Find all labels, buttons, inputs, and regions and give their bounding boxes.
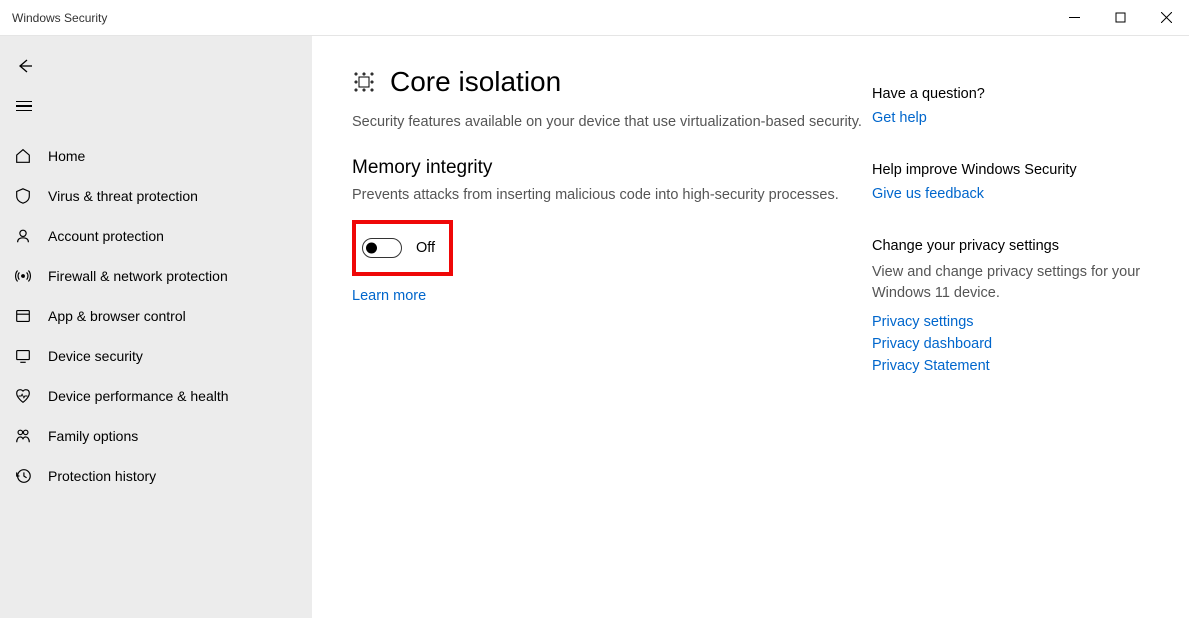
aside-improve: Help improve Windows Security Give us fe…: [872, 162, 1142, 202]
window-controls: [1051, 0, 1189, 36]
toggle-knob: [366, 243, 377, 254]
home-icon: [12, 147, 34, 165]
toggle-state-label: Off: [416, 240, 435, 256]
aside-improve-title: Help improve Windows Security: [872, 162, 1142, 178]
section-title: Memory integrity: [352, 157, 872, 179]
sidebar-item-device-security[interactable]: Device security: [0, 336, 312, 376]
hamburger-menu-button[interactable]: [4, 86, 44, 126]
back-button[interactable]: [4, 46, 44, 86]
sidebar-item-family[interactable]: Family options: [0, 416, 312, 456]
sidebar-item-label: Account protection: [48, 228, 164, 244]
sidebar-item-virus[interactable]: Virus & threat protection: [0, 176, 312, 216]
memory-integrity-toggle[interactable]: [362, 238, 402, 258]
sidebar-item-label: Firewall & network protection: [48, 268, 228, 284]
hamburger-icon: [16, 101, 32, 112]
aside-question-title: Have a question?: [872, 86, 1142, 102]
aside-panel: Have a question? Get help Help improve W…: [872, 66, 1142, 618]
sidebar-item-label: Device performance & health: [48, 388, 229, 404]
sidebar-item-label: Protection history: [48, 468, 156, 484]
sidebar-item-label: App & browser control: [48, 308, 186, 324]
titlebar: Windows Security: [0, 0, 1189, 36]
aside-question: Have a question? Get help: [872, 86, 1142, 126]
sidebar-item-protection-history[interactable]: Protection history: [0, 456, 312, 496]
page-subtitle: Security features available on your devi…: [352, 112, 872, 133]
aside-privacy: Change your privacy settings View and ch…: [872, 238, 1142, 374]
sidebar-item-label: Device security: [48, 348, 143, 364]
person-icon: [12, 227, 34, 245]
page-title: Core isolation: [390, 66, 561, 98]
aside-privacy-title: Change your privacy settings: [872, 238, 1142, 254]
privacy-dashboard-link[interactable]: Privacy dashboard: [872, 336, 1142, 352]
close-button[interactable]: [1143, 0, 1189, 36]
privacy-settings-link[interactable]: Privacy settings: [872, 314, 1142, 330]
app-icon: [12, 307, 34, 325]
sidebar-item-firewall[interactable]: Firewall & network protection: [0, 256, 312, 296]
antenna-icon: [12, 267, 34, 285]
give-feedback-link[interactable]: Give us feedback: [872, 186, 1142, 202]
privacy-statement-link[interactable]: Privacy Statement: [872, 358, 1142, 374]
core-isolation-icon: [352, 70, 376, 94]
shield-icon: [12, 187, 34, 205]
sidebar-item-label: Home: [48, 148, 85, 164]
history-icon: [12, 467, 34, 485]
main-content: Core isolation Security features availab…: [312, 36, 1189, 618]
maximize-button[interactable]: [1097, 0, 1143, 36]
family-icon: [12, 427, 34, 445]
aside-privacy-desc: View and change privacy settings for you…: [872, 262, 1142, 304]
sidebar-item-label: Family options: [48, 428, 138, 444]
sidebar-item-account[interactable]: Account protection: [0, 216, 312, 256]
toggle-highlight-box: Off: [352, 220, 453, 276]
monitor-icon: [12, 347, 34, 365]
sidebar-item-app-browser[interactable]: App & browser control: [0, 296, 312, 336]
minimize-button[interactable]: [1051, 0, 1097, 36]
sidebar: Home Virus & threat protection Account p…: [0, 36, 312, 618]
sidebar-item-performance[interactable]: Device performance & health: [0, 376, 312, 416]
heart-icon: [12, 387, 34, 405]
sidebar-item-label: Virus & threat protection: [48, 188, 198, 204]
get-help-link[interactable]: Get help: [872, 110, 1142, 126]
section-desc: Prevents attacks from inserting maliciou…: [352, 185, 872, 206]
window-title: Windows Security: [12, 11, 107, 25]
learn-more-link[interactable]: Learn more: [352, 288, 872, 304]
sidebar-item-home[interactable]: Home: [0, 136, 312, 176]
page-header: Core isolation: [352, 66, 872, 98]
